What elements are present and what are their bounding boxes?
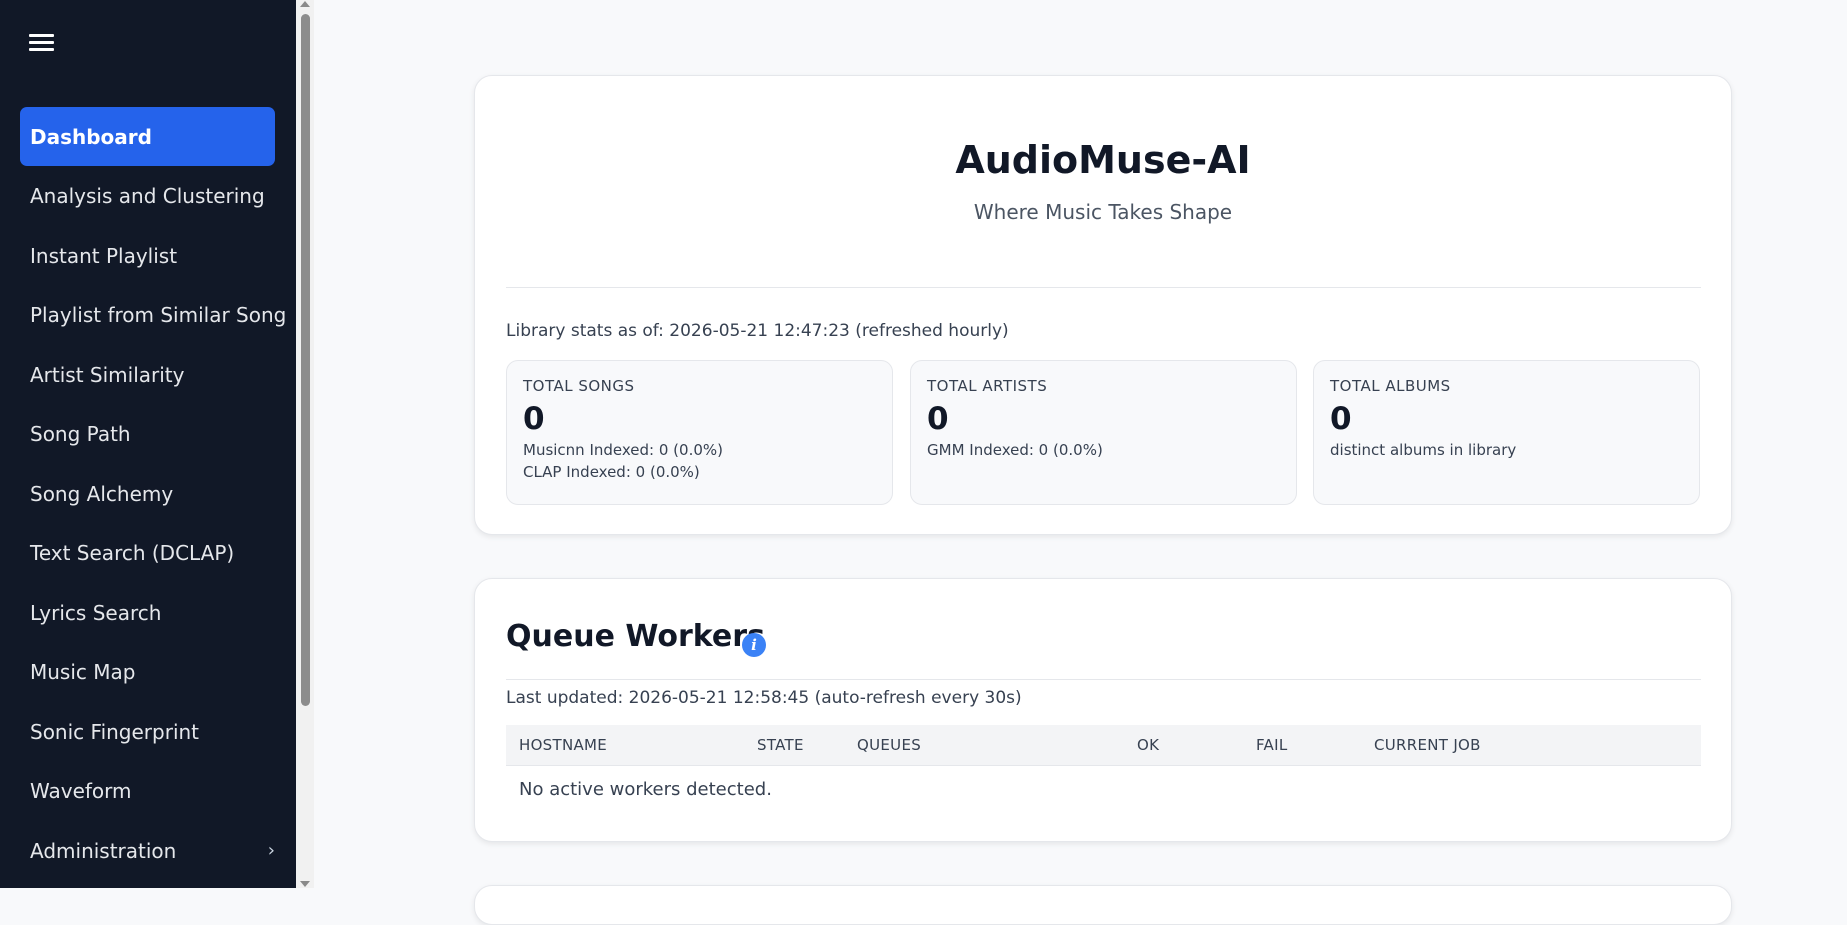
queue-workers-card: Queue Workers i Last updated: 2026-05-21… bbox=[474, 578, 1732, 842]
sidebar-item-sonic-fingerprint[interactable]: Sonic Fingerprint bbox=[20, 702, 275, 762]
stat-total-songs: TOTAL SONGS 0 Musicnn Indexed: 0 (0.0%) … bbox=[506, 360, 893, 505]
sidebar-item-label: Lyrics Search bbox=[30, 600, 162, 625]
sidebar-item-song-alchemy[interactable]: Song Alchemy bbox=[20, 464, 275, 524]
scrollbar-thumb[interactable] bbox=[301, 14, 310, 706]
sidebar-scrollbar[interactable] bbox=[296, 0, 314, 888]
section-title: Queue Workers bbox=[506, 619, 765, 654]
app-subtitle: Where Music Takes Shape bbox=[973, 200, 1233, 224]
sidebar-nav: Dashboard Analysis and Clustering Instan… bbox=[20, 107, 286, 881]
stat-detail: distinct albums in library bbox=[1330, 441, 1517, 459]
stat-value: 0 bbox=[927, 401, 949, 437]
sidebar-item-label: Analysis and Clustering bbox=[30, 184, 265, 209]
stat-value: 0 bbox=[523, 401, 545, 437]
sidebar-item-instant-playlist[interactable]: Instant Playlist bbox=[20, 226, 275, 286]
stat-detail: GMM Indexed: 0 (0.0%) bbox=[927, 441, 1103, 459]
hamburger-menu-icon[interactable] bbox=[28, 30, 56, 60]
sidebar-item-artist-similarity[interactable]: Artist Similarity bbox=[20, 345, 275, 405]
stat-label: TOTAL ALBUMS bbox=[1330, 377, 1451, 395]
sidebar-item-label: Song Alchemy bbox=[30, 481, 174, 506]
app-title: AudioMuse-AI bbox=[955, 138, 1251, 182]
column-header: QUEUES bbox=[844, 725, 1124, 766]
scroll-up-arrow-icon[interactable] bbox=[300, 1, 310, 7]
sidebar-item-label: Playlist from Similar Song bbox=[30, 303, 287, 328]
last-updated-text: Last updated: 2026-05-21 12:58:45 (auto-… bbox=[506, 688, 1022, 708]
sidebar-item-song-path[interactable]: Song Path bbox=[20, 405, 275, 465]
sidebar-item-label: Music Map bbox=[30, 660, 136, 685]
stats-timestamp: Library stats as of: 2026-05-21 12:47:23… bbox=[506, 321, 1009, 341]
sidebar-item-label: Artist Similarity bbox=[30, 362, 185, 387]
sidebar-item-label: Instant Playlist bbox=[30, 243, 178, 268]
sidebar-item-analysis-and-clustering[interactable]: Analysis and Clustering bbox=[20, 167, 275, 227]
divider bbox=[506, 287, 1701, 288]
stat-total-albums: TOTAL ALBUMS 0 distinct albums in librar… bbox=[1313, 360, 1700, 505]
stat-detail: CLAP Indexed: 0 (0.0%) bbox=[523, 463, 700, 481]
empty-table-message: No active workers detected. bbox=[519, 778, 772, 800]
sidebar-item-label: Text Search (DCLAP) bbox=[30, 541, 235, 566]
sidebar-item-label: Song Path bbox=[30, 422, 131, 447]
sidebar-item-waveform[interactable]: Waveform bbox=[20, 762, 275, 822]
sidebar-item-music-map[interactable]: Music Map bbox=[20, 643, 275, 703]
sidebar-item-label: Sonic Fingerprint bbox=[30, 719, 200, 744]
table-header-row: HOSTNAME STATE QUEUES OK FAIL CURRENT JO… bbox=[506, 725, 1701, 766]
sidebar-item-label: Waveform bbox=[30, 779, 132, 804]
sidebar-item-text-search[interactable]: Text Search (DCLAP) bbox=[20, 524, 275, 584]
column-header: STATE bbox=[744, 725, 844, 766]
column-header: CURRENT JOB bbox=[1361, 725, 1701, 766]
stat-label: TOTAL SONGS bbox=[523, 377, 635, 395]
chevron-right-icon: › bbox=[267, 840, 275, 862]
stat-detail: Musicnn Indexed: 0 (0.0%) bbox=[523, 441, 723, 459]
scroll-down-arrow-icon[interactable] bbox=[300, 881, 310, 887]
stat-total-artists: TOTAL ARTISTS 0 GMM Indexed: 0 (0.0%) bbox=[910, 360, 1297, 505]
sidebar-item-administration[interactable]: Administration › bbox=[20, 821, 275, 881]
stat-label: TOTAL ARTISTS bbox=[927, 377, 1048, 395]
column-header: HOSTNAME bbox=[506, 725, 744, 766]
sidebar-item-playlist-from-similar-song[interactable]: Playlist from Similar Song bbox=[20, 286, 286, 346]
info-icon[interactable]: i bbox=[742, 633, 766, 657]
table-row: No active workers detected. bbox=[506, 765, 1701, 813]
stat-value: 0 bbox=[1330, 401, 1352, 437]
column-header: FAIL bbox=[1243, 725, 1361, 766]
sidebar-item-dashboard[interactable]: Dashboard bbox=[20, 107, 275, 166]
library-stats-card: AudioMuse-AI Where Music Takes Shape Lib… bbox=[474, 75, 1732, 535]
workers-table: HOSTNAME STATE QUEUES OK FAIL CURRENT JO… bbox=[506, 725, 1701, 813]
sidebar: Dashboard Analysis and Clustering Instan… bbox=[0, 0, 296, 888]
sidebar-item-lyrics-search[interactable]: Lyrics Search bbox=[20, 583, 275, 643]
sidebar-item-label: Dashboard bbox=[30, 124, 152, 149]
next-card bbox=[474, 885, 1732, 925]
sidebar-item-label: Administration bbox=[30, 838, 177, 863]
column-header: OK bbox=[1124, 725, 1243, 766]
divider bbox=[506, 679, 1701, 680]
